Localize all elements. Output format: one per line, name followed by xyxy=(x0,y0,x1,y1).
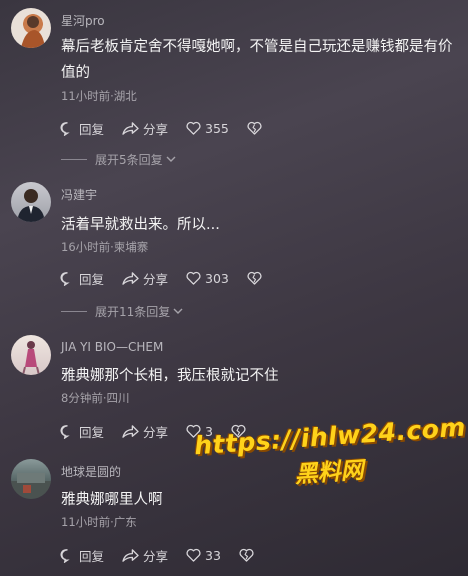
share-icon xyxy=(122,121,139,135)
dislike-button[interactable] xyxy=(247,271,266,285)
comment-meta: 8分钟前·四川 xyxy=(61,391,130,405)
expand-replies-button[interactable]: 展开5条回复 xyxy=(61,151,177,167)
watermark: https://ihlw24.com 黑料网 xyxy=(193,412,466,488)
avatar[interactable] xyxy=(11,335,51,375)
broken-heart-icon xyxy=(247,271,262,285)
reply-button[interactable]: 回复 xyxy=(60,269,104,288)
like-button[interactable]: 355 xyxy=(186,121,229,136)
divider-line xyxy=(61,158,87,160)
username[interactable]: 冯建宇 xyxy=(61,186,97,203)
share-button[interactable]: 分享 xyxy=(122,422,168,441)
username[interactable]: 地球是圆的 xyxy=(61,463,121,480)
comment-actions: 回复 分享 303 xyxy=(60,268,284,288)
reply-icon xyxy=(60,121,70,136)
reply-label: 回复 xyxy=(79,548,105,564)
expand-replies-button[interactable]: 展开11条回复 xyxy=(61,303,184,319)
avatar[interactable] xyxy=(11,459,51,499)
share-label: 分享 xyxy=(143,121,169,137)
comment-actions: 回复 分享 33 xyxy=(60,545,276,565)
comment-meta: 11小时前·广东 xyxy=(61,515,137,529)
divider-line xyxy=(61,310,87,312)
like-count: 33 xyxy=(205,547,221,563)
reply-button[interactable]: 回复 xyxy=(60,546,104,565)
heart-icon xyxy=(186,271,201,285)
share-icon xyxy=(122,424,139,438)
expand-replies-label: 展开5条回复 xyxy=(95,152,163,167)
username[interactable]: 星河pro xyxy=(61,12,105,29)
share-label: 分享 xyxy=(143,424,169,440)
avatar[interactable] xyxy=(11,8,51,48)
username[interactable]: JIA YI BIO—CHEM xyxy=(61,340,163,354)
reply-label: 回复 xyxy=(79,271,105,287)
reply-label: 回复 xyxy=(79,121,105,137)
heart-icon xyxy=(186,121,201,135)
reply-icon xyxy=(60,424,70,439)
dislike-button[interactable] xyxy=(247,121,266,135)
like-button[interactable]: 303 xyxy=(186,271,229,286)
avatar-person-icon xyxy=(21,16,45,48)
comment-meta: 16小时前·柬埔寨 xyxy=(61,240,149,254)
expand-replies-label: 展开11条回复 xyxy=(95,304,171,319)
like-count: 355 xyxy=(205,120,229,136)
broken-heart-icon xyxy=(239,548,254,562)
share-label: 分享 xyxy=(143,548,169,564)
chevron-down-icon xyxy=(173,308,183,314)
chevron-down-icon xyxy=(166,156,176,162)
share-button[interactable]: 分享 xyxy=(122,269,168,288)
comment-text: 活着早就救出来。所以... xyxy=(61,217,220,233)
comment-text: 幕后老板肯定舍不得嘎她啊，不管是自己玩还是赚钱都是有价值的 xyxy=(61,39,453,81)
comment-actions: 回复 分享 355 xyxy=(60,118,284,138)
reply-icon xyxy=(60,548,70,563)
share-button[interactable]: 分享 xyxy=(122,546,168,565)
avatar-landscape-icon xyxy=(11,473,51,499)
dislike-button[interactable] xyxy=(239,548,258,562)
like-button[interactable]: 33 xyxy=(186,548,221,563)
avatar-person-icon xyxy=(22,341,40,375)
reply-button[interactable]: 回复 xyxy=(60,422,104,441)
reply-button[interactable]: 回复 xyxy=(60,119,104,138)
comment-text: 雅典娜那个长相，我压根就记不住 xyxy=(61,368,279,384)
avatar[interactable] xyxy=(11,182,51,222)
reply-label: 回复 xyxy=(79,424,105,440)
heart-icon xyxy=(186,548,201,562)
avatar-person-icon xyxy=(17,189,45,222)
share-label: 分享 xyxy=(143,271,169,287)
share-icon xyxy=(122,271,139,285)
share-icon xyxy=(122,548,139,562)
like-count: 303 xyxy=(205,270,229,286)
broken-heart-icon xyxy=(247,121,262,135)
share-button[interactable]: 分享 xyxy=(122,119,168,138)
comment-meta: 11小时前·湖北 xyxy=(61,89,137,103)
reply-icon xyxy=(60,271,70,286)
